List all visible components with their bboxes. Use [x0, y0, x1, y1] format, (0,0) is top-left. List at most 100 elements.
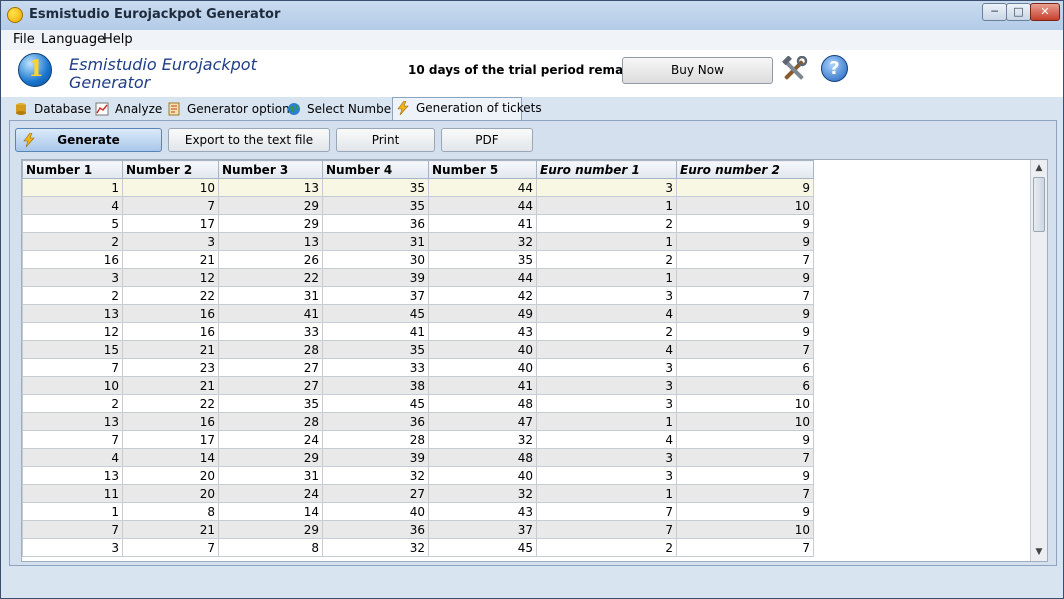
table-cell[interactable]: 2 [536, 538, 677, 557]
table-cell[interactable]: 1 [536, 196, 677, 215]
table-cell[interactable]: 31 [218, 466, 323, 485]
table-cell[interactable]: 40 [428, 340, 537, 359]
table-cell[interactable]: 16 [122, 412, 219, 431]
table-cell[interactable]: 1 [22, 502, 123, 521]
table-cell[interactable]: 11 [22, 484, 123, 503]
table-cell[interactable]: 28 [218, 340, 323, 359]
table-cell[interactable]: 2 [22, 286, 123, 305]
table-cell[interactable]: 37 [322, 286, 429, 305]
table-row[interactable]: 13 16 41 45 49 4 9 [22, 304, 814, 323]
table-row[interactable]: 2 3 13 31 32 1 9 [22, 232, 814, 251]
table-cell[interactable]: 10 [22, 376, 123, 395]
table-cell[interactable]: 9 [676, 178, 814, 197]
table-cell[interactable]: 40 [322, 502, 429, 521]
table-cell[interactable]: 48 [428, 394, 537, 413]
table-cell[interactable]: 31 [218, 286, 323, 305]
table-cell[interactable]: 36 [322, 412, 429, 431]
table-cell[interactable]: 8 [122, 502, 219, 521]
table-cell[interactable]: 43 [428, 502, 537, 521]
table-row[interactable]: 7 21 29 36 37 7 10 [22, 520, 814, 539]
table-cell[interactable]: 3 [536, 178, 677, 197]
table-cell[interactable]: 6 [676, 358, 814, 377]
table-cell[interactable]: 40 [428, 466, 537, 485]
vertical-scrollbar[interactable]: ▲ ▼ [1030, 160, 1047, 561]
table-row[interactable]: 4 14 29 39 48 3 7 [22, 448, 814, 467]
table-cell[interactable]: 21 [122, 340, 219, 359]
table-cell[interactable]: 2 [536, 214, 677, 233]
table-cell[interactable]: 10 [676, 394, 814, 413]
generate-button[interactable]: Generate [15, 128, 162, 152]
table-cell[interactable]: 32 [428, 484, 537, 503]
table-cell[interactable]: 9 [676, 268, 814, 287]
table-row[interactable]: 3 7 8 32 45 2 7 [22, 538, 814, 557]
tab-generation-of-tickets[interactable]: Generation of tickets [392, 97, 542, 120]
table-cell[interactable]: 4 [536, 340, 677, 359]
table-cell[interactable]: 3 [22, 268, 123, 287]
table-cell[interactable]: 22 [122, 394, 219, 413]
table-cell[interactable]: 14 [122, 448, 219, 467]
table-cell[interactable]: 7 [676, 286, 814, 305]
table-cell[interactable]: 38 [322, 376, 429, 395]
table-cell[interactable]: 29 [218, 520, 323, 539]
table-cell[interactable]: 14 [218, 502, 323, 521]
table-cell[interactable]: 30 [322, 250, 429, 269]
table-cell[interactable]: 33 [218, 322, 323, 341]
table-cell[interactable]: 45 [322, 394, 429, 413]
maximize-button[interactable]: □ [1006, 3, 1031, 21]
table-cell[interactable]: 17 [122, 214, 219, 233]
table-cell[interactable]: 21 [122, 520, 219, 539]
table-cell[interactable]: 10 [122, 178, 219, 197]
table-cell[interactable]: 45 [322, 304, 429, 323]
table-cell[interactable]: 22 [218, 268, 323, 287]
table-cell[interactable]: 23 [122, 358, 219, 377]
buy-now-button[interactable]: Buy Now [622, 57, 773, 84]
table-cell[interactable]: 44 [428, 178, 537, 197]
table-cell[interactable]: 3 [536, 466, 677, 485]
table-cell[interactable]: 44 [428, 268, 537, 287]
table-row[interactable]: 11 20 24 27 32 1 7 [22, 484, 814, 503]
table-row[interactable]: 2 22 31 37 42 3 7 [22, 286, 814, 305]
scroll-down-arrow[interactable]: ▼ [1033, 545, 1045, 559]
table-cell[interactable]: 24 [218, 430, 323, 449]
tab-database[interactable]: Database [14, 99, 91, 119]
table-row[interactable]: 13 20 31 32 40 3 9 [22, 466, 814, 485]
table-cell[interactable]: 49 [428, 304, 537, 323]
table-cell[interactable]: 15 [22, 340, 123, 359]
table-cell[interactable]: 8 [218, 538, 323, 557]
table-cell[interactable]: 2 [536, 250, 677, 269]
table-cell[interactable]: 31 [322, 232, 429, 251]
table-cell[interactable]: 36 [322, 214, 429, 233]
table-cell[interactable]: 3 [22, 538, 123, 557]
title-bar[interactable]: Esmistudio Eurojackpot Generator ─ □ ✕ [1, 1, 1063, 30]
table-cell[interactable]: 16 [122, 322, 219, 341]
table-cell[interactable]: 27 [218, 358, 323, 377]
table-cell[interactable]: 10 [676, 412, 814, 431]
export-text-button[interactable]: Export to the text file [168, 128, 330, 152]
table-cell[interactable]: 39 [322, 268, 429, 287]
table-cell[interactable]: 44 [428, 196, 537, 215]
tab-analyze[interactable]: Analyze [95, 99, 162, 119]
tab-select-numbers[interactable]: Select Numbers [287, 99, 402, 119]
table-cell[interactable]: 13 [22, 466, 123, 485]
table-cell[interactable]: 9 [676, 304, 814, 323]
table-cell[interactable]: 47 [428, 412, 537, 431]
menu-help[interactable]: Help [103, 32, 133, 47]
table-cell[interactable]: 32 [322, 538, 429, 557]
table-cell[interactable]: 1 [536, 412, 677, 431]
table-cell[interactable]: 35 [428, 250, 537, 269]
table-cell[interactable]: 7 [536, 520, 677, 539]
table-cell[interactable]: 9 [676, 214, 814, 233]
table-cell[interactable]: 37 [428, 520, 537, 539]
table-row[interactable]: 16 21 26 30 35 2 7 [22, 250, 814, 269]
table-cell[interactable]: 41 [322, 322, 429, 341]
column-header[interactable]: Number 2 [122, 160, 219, 179]
table-cell[interactable]: 43 [428, 322, 537, 341]
table-cell[interactable]: 2 [22, 394, 123, 413]
table-cell[interactable]: 7 [122, 196, 219, 215]
table-cell[interactable]: 41 [428, 376, 537, 395]
table-row[interactable]: 2 22 35 45 48 3 10 [22, 394, 814, 413]
scroll-thumb[interactable] [1033, 177, 1045, 232]
table-row[interactable]: 12 16 33 41 43 2 9 [22, 322, 814, 341]
table-cell[interactable]: 21 [122, 250, 219, 269]
table-cell[interactable]: 27 [322, 484, 429, 503]
